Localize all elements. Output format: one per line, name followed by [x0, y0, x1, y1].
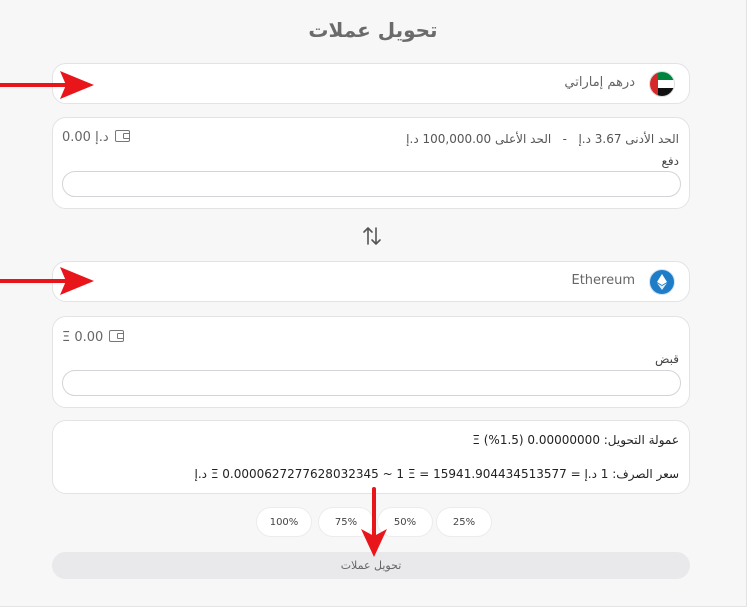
to-balance: Ξ 0.00 [62, 330, 125, 345]
from-limits: الحد الأدنى 3.67 د.إ - الحد الأعلى 100,0… [406, 132, 679, 146]
to-balance-value: Ξ 0.00 [62, 330, 104, 345]
annotation-arrow-icon [361, 487, 387, 557]
limits-max: الحد الأعلى 100,000.00 د.إ [406, 132, 552, 146]
to-currency-select[interactable]: Ethereum [52, 261, 690, 302]
swap-arrows-icon[interactable] [360, 224, 384, 248]
annotation-arrow-icon [0, 71, 94, 99]
info-card: عمولة التحويل: 0.00000000 Ξ (%1.5) سعر ا… [52, 420, 690, 494]
pay-amount-input[interactable] [62, 171, 681, 197]
rate-text: سعر الصرف: 1 د.إ = Ξ 0.00006272776280323… [194, 467, 679, 481]
limits-min: الحد الأدنى 3.67 د.إ [578, 132, 679, 146]
from-balance-value: 0.00 د.إ [62, 130, 109, 145]
pay-card: 0.00 د.إ الحد الأدنى 3.67 د.إ - الحد الأ… [52, 117, 690, 209]
percent-button-100[interactable]: 100% [256, 507, 312, 537]
annotation-arrow-icon [0, 267, 94, 295]
uae-flag-icon [649, 71, 675, 97]
receive-card: Ξ 0.00 قبض [52, 316, 690, 408]
limits-separator: - [562, 132, 567, 146]
receive-amount-input[interactable] [62, 370, 681, 396]
from-currency-name: درهم إماراتي [564, 75, 635, 90]
fee-text: عمولة التحويل: 0.00000000 Ξ (%1.5) [472, 433, 679, 447]
ethereum-icon [649, 269, 675, 295]
page-title: تحويل عملات [308, 18, 438, 42]
percent-button-25[interactable]: 25% [436, 507, 492, 537]
wallet-icon [114, 130, 130, 142]
pay-label: دفع [661, 154, 679, 168]
wallet-icon [109, 330, 125, 342]
receive-label: قبض [654, 352, 679, 366]
to-currency-name: Ethereum [571, 273, 635, 288]
from-currency-select[interactable]: درهم إماراتي [52, 63, 690, 104]
from-balance: 0.00 د.إ [62, 130, 130, 145]
